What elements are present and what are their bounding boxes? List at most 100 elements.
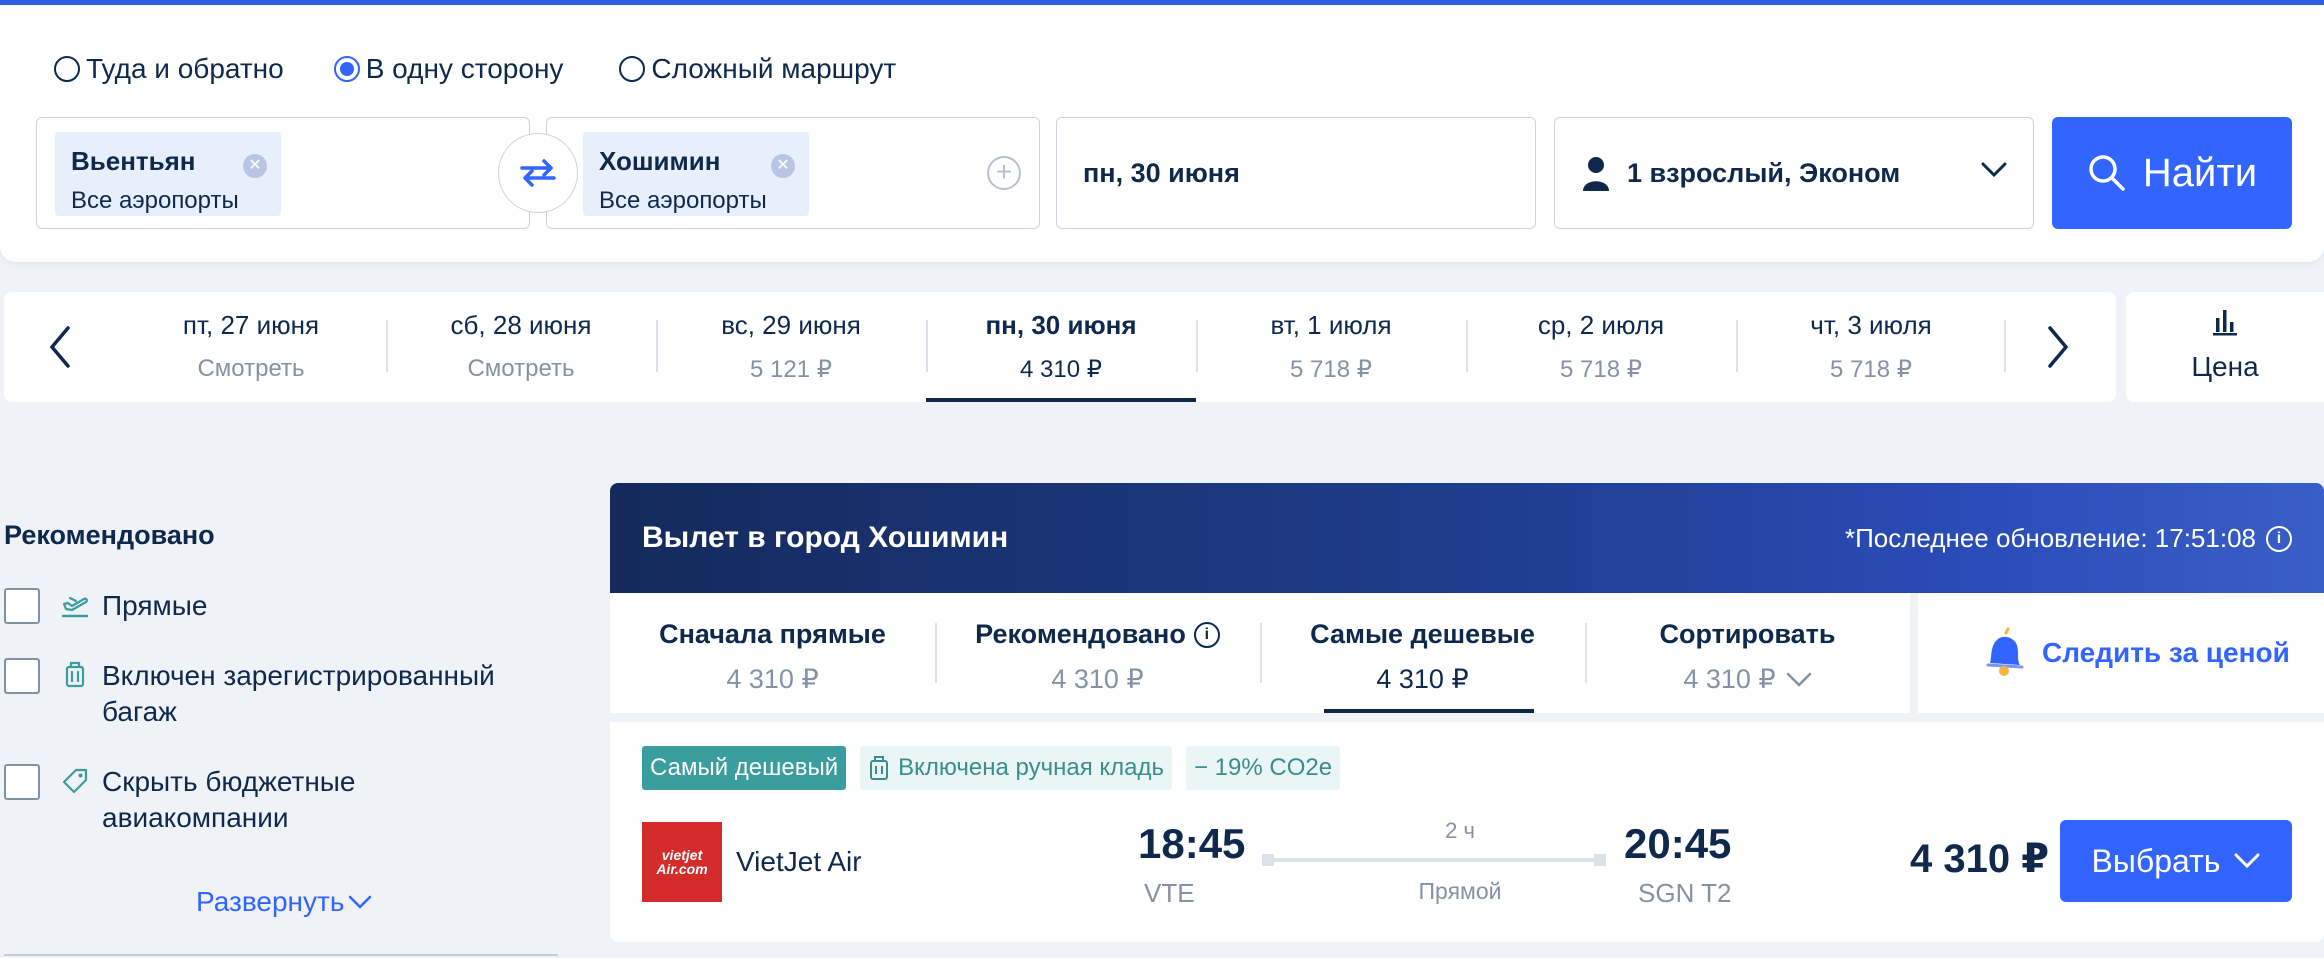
trip-type-label: В одну сторону — [365, 53, 564, 84]
filters-panel: Рекомендовано Прямые Включен зарегистрир… — [4, 520, 564, 956]
filter-baggage[interactable]: Включен зарегистрированный багаж — [4, 658, 524, 730]
prev-dates-button[interactable] — [40, 322, 80, 372]
date-label: вс, 29 июня — [721, 310, 861, 340]
destination-chip[interactable]: Хошимин Все аэропорты ✕ — [583, 132, 809, 216]
sort-tab-more[interactable]: Сортировать 4 310 ₽ — [1585, 593, 1910, 713]
date-price: Смотреть — [197, 355, 305, 382]
chevron-right-icon — [2048, 326, 2069, 368]
sort-label: Сначала прямые — [610, 619, 935, 650]
swap-button[interactable] — [498, 133, 578, 213]
radio-unchecked-icon[interactable] — [54, 56, 80, 82]
sort-tab-cheapest[interactable]: Самые дешевые 4 310 ₽ — [1260, 593, 1585, 713]
date-price: 5 718 ₽ — [1290, 356, 1372, 383]
sort-label: Сортировать — [1585, 619, 1910, 650]
select-flight-button[interactable]: Выбрать — [2060, 820, 2292, 902]
carry-on-badge: Включена ручная кладь — [860, 746, 1172, 790]
sort-label: Самые дешевые — [1260, 619, 1585, 650]
date-price: Смотреть — [467, 355, 575, 382]
filter-direct[interactable]: Прямые — [4, 588, 208, 624]
trip-type-oneway[interactable]: В одну сторону — [333, 53, 564, 85]
trip-type-round[interactable]: Туда и обратно — [54, 53, 284, 85]
sort-label-text: Самые дешевые — [1310, 619, 1535, 649]
trip-type-multicity[interactable]: Сложный маршрут — [619, 53, 896, 85]
arrival-time: 20:45 — [1624, 820, 1732, 867]
arrival-airport: SGN T2 — [1638, 878, 1732, 908]
origin-airports: Все аэропорты — [71, 187, 239, 214]
chevron-down-icon — [349, 895, 372, 909]
destination-field[interactable]: Хошимин Все аэропорты ✕ + — [546, 117, 1040, 229]
date-cell[interactable]: вт, 1 июля 5 718 ₽ — [1196, 292, 1466, 402]
date-label: ср, 2 июля — [1537, 310, 1665, 340]
date-price: 4 310 ₽ — [1020, 356, 1102, 383]
tag-icon — [62, 768, 88, 794]
luggage-icon — [870, 756, 889, 780]
search-button[interactable]: Найти — [2052, 117, 2292, 229]
airline-logo: vietjet Air.com — [642, 822, 722, 902]
flight-duration: 2 ч — [1445, 818, 1475, 843]
clear-origin-icon[interactable]: ✕ — [243, 154, 267, 178]
trip-type-group: Туда и обратно В одну сторону Сложный ма… — [54, 53, 896, 85]
trip-type-label: Сложный маршрут — [651, 53, 897, 84]
chevron-left-icon — [49, 326, 70, 368]
carry-on-label: Включена ручная кладь — [898, 754, 1164, 781]
sort-label-text: Сначала прямые — [659, 619, 886, 649]
co2-badge: − 19% CO2e — [1186, 746, 1341, 790]
last-update: *Последнее обновление: 17:51:08 i — [1845, 523, 2292, 554]
watch-price-button[interactable]: Следить за ценой — [1918, 593, 2324, 713]
passengers-value: 1 взрослый, Эконом — [1627, 158, 1901, 188]
sort-label: Рекомендовано i — [935, 619, 1260, 650]
luggage-icon — [65, 661, 85, 688]
price-chart-toggle[interactable]: Цена — [2126, 292, 2324, 402]
sort-label-text: Рекомендовано — [975, 619, 1186, 649]
info-icon[interactable]: i — [2266, 525, 2292, 552]
origin-field[interactable]: Вьентьян Все аэропорты ✕ — [36, 117, 530, 229]
date-label: вт, 1 июля — [1270, 310, 1392, 340]
destination-airports: Все аэропорты — [599, 187, 767, 214]
next-dates-button[interactable] — [2038, 322, 2078, 372]
results-banner: Вылет в город Хошимин *Последнее обновле… — [610, 483, 2324, 593]
sort-price: 4 310 ₽ — [1585, 664, 1910, 695]
checkbox[interactable] — [4, 658, 40, 694]
date-cell[interactable]: чт, 3 июля 5 718 ₽ — [1736, 292, 2006, 402]
sort-price-text: 4 310 ₽ — [726, 664, 819, 694]
radio-unchecked-icon[interactable] — [619, 56, 646, 82]
radio-checked-icon[interactable] — [333, 56, 360, 82]
filters-divider — [4, 954, 558, 956]
flight-card[interactable]: Самый дешевый Включена ручная кладь − 19… — [610, 722, 2324, 942]
expand-filters-link[interactable]: Развернуть — [196, 886, 372, 918]
date-cell[interactable]: вс, 29 июня 5 121 ₽ — [656, 292, 926, 402]
filters-title: Рекомендовано — [4, 520, 215, 550]
sort-bar: Сначала прямые 4 310 ₽ Рекомендовано i 4… — [610, 593, 1910, 713]
search-panel: Туда и обратно В одну сторону Сложный ма… — [0, 0, 2324, 262]
trip-type-label: Туда и обратно — [86, 53, 284, 84]
date-cell-selected[interactable]: пн, 30 июня 4 310 ₽ — [926, 292, 1196, 402]
sort-price: 4 310 ₽ — [1260, 664, 1585, 695]
date-cell[interactable]: пт, 27 июня Смотреть — [116, 292, 386, 402]
date-cell[interactable]: ср, 2 июля 5 718 ₽ — [1466, 292, 1736, 402]
filter-label: Включен зарегистрированный багаж — [102, 660, 495, 727]
chevron-down-icon — [1981, 162, 2007, 178]
destination-city: Хошимин — [599, 146, 721, 176]
sort-tab-recommended[interactable]: Рекомендовано i 4 310 ₽ — [935, 593, 1260, 713]
filter-label: Скрыть бюджетные авиакомпании — [102, 766, 356, 833]
clear-destination-icon[interactable]: ✕ — [771, 154, 795, 178]
stops-label: Прямой — [1418, 878, 1502, 904]
sort-label-text: Сортировать — [1659, 619, 1836, 649]
checkbox[interactable] — [4, 764, 40, 800]
date-label: чт, 3 июля — [1810, 310, 1932, 340]
info-icon[interactable]: i — [1193, 621, 1220, 648]
results-title: Вылет в город Хошимин — [642, 521, 1009, 554]
date-cell[interactable]: сб, 28 июня Смотреть — [386, 292, 656, 402]
cheapest-badge: Самый дешевый — [642, 746, 847, 790]
origin-chip[interactable]: Вьентьян Все аэропорты ✕ — [55, 132, 281, 216]
airline-name: VietJet Air — [736, 846, 862, 877]
passengers-field[interactable]: 1 взрослый, Эконом — [1554, 117, 2034, 229]
add-destination-icon[interactable]: + — [987, 156, 1021, 190]
date-price: 5 718 ₽ — [1560, 356, 1642, 383]
date-field[interactable]: пн, 30 июня — [1056, 117, 1536, 229]
filter-hide-budget[interactable]: Скрыть бюджетные авиакомпании — [4, 764, 524, 836]
flight-tags: Самый дешевый Включена ручная кладь − 19… — [642, 746, 1341, 790]
sort-tab-direct[interactable]: Сначала прямые 4 310 ₽ — [610, 593, 935, 713]
checkbox[interactable] — [4, 588, 40, 624]
sort-price-text: 4 310 ₽ — [1683, 664, 1776, 694]
